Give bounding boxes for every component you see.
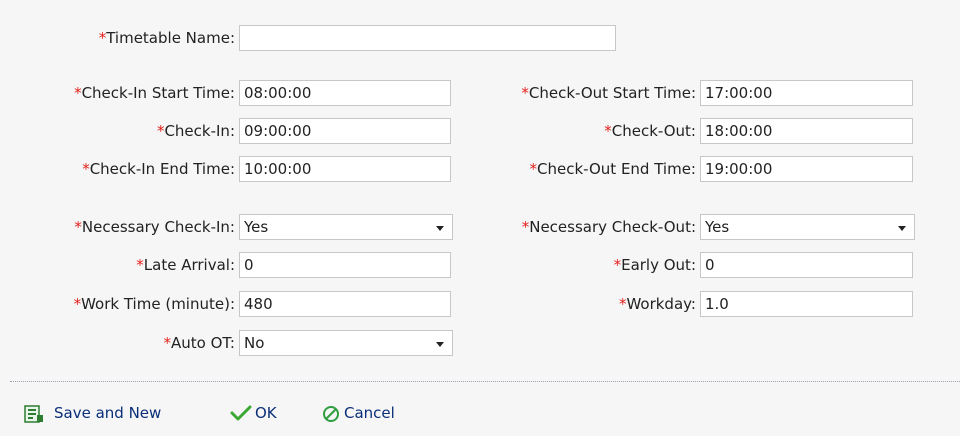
necessary-check-out-row: *Necessary Check-Out: Yes [460, 214, 960, 240]
auto-ot-select[interactable]: No [239, 330, 453, 356]
required-marker: * [163, 334, 172, 352]
workday-row: *Workday: [460, 291, 960, 317]
check-in-label: *Check-In: [156, 122, 235, 140]
required-marker: * [136, 256, 144, 274]
timetable-name-row: *Timetable Name: [0, 25, 960, 51]
required-marker: * [613, 256, 622, 274]
necessary-check-in-value: Yes [244, 218, 269, 236]
timetable-name-input[interactable] [239, 25, 616, 51]
check-out-end-input[interactable] [700, 156, 913, 182]
ok-button[interactable]: OK [230, 402, 290, 424]
check-out-input[interactable] [700, 118, 913, 144]
save-and-new-button[interactable]: Save and New [24, 402, 194, 424]
early-out-input[interactable] [700, 252, 913, 278]
chevron-down-icon [436, 342, 444, 347]
check-out-start-label: *Check-Out Start Time: [521, 84, 696, 102]
chevron-down-icon [898, 226, 906, 231]
check-icon [230, 405, 252, 427]
cancel-label: Cancel [344, 404, 395, 422]
timetable-name-label: *Timetable Name: [98, 29, 235, 47]
required-marker: * [604, 122, 612, 140]
necessary-check-out-value: Yes [705, 218, 730, 236]
required-marker: * [529, 160, 538, 178]
late-arrival-input[interactable] [239, 252, 451, 278]
early-out-label: *Early Out: [613, 256, 696, 274]
required-marker: * [73, 295, 82, 313]
check-out-row: *Check-Out: [460, 118, 960, 144]
workday-label: *Workday: [618, 295, 696, 313]
necessary-check-in-select[interactable]: Yes [239, 214, 453, 240]
work-time-input[interactable] [239, 291, 451, 317]
check-in-end-label: *Check-In End Time: [82, 160, 235, 178]
auto-ot-label: *Auto OT: [163, 334, 235, 352]
check-out-end-label: *Check-Out End Time: [529, 160, 696, 178]
check-out-start-row: *Check-Out Start Time: [460, 80, 960, 106]
late-arrival-row: *Late Arrival: [0, 252, 460, 278]
check-out-label: *Check-Out: [604, 122, 696, 140]
workday-input[interactable] [700, 291, 913, 317]
check-in-start-input[interactable] [239, 80, 451, 106]
check-out-start-input[interactable] [700, 80, 913, 106]
auto-ot-value: No [244, 334, 265, 352]
late-arrival-label: *Late Arrival: [136, 256, 235, 274]
necessary-check-in-row: *Necessary Check-In: Yes [0, 214, 460, 240]
necessary-check-in-label: *Necessary Check-In: [74, 218, 235, 236]
required-marker: * [74, 218, 82, 236]
required-marker: * [82, 160, 90, 178]
check-in-end-input[interactable] [239, 156, 451, 182]
check-in-input[interactable] [239, 118, 451, 144]
ok-label: OK [255, 404, 277, 422]
check-in-row: *Check-In: [0, 118, 460, 144]
check-in-start-row: *Check-In Start Time: [0, 80, 460, 106]
work-time-row: *Work Time (minute): [0, 291, 460, 317]
work-time-label: *Work Time (minute): [73, 295, 235, 313]
check-in-start-label: *Check-In Start Time: [74, 84, 235, 102]
necessary-check-out-label: *Necessary Check-Out: [521, 218, 696, 236]
chevron-down-icon [436, 226, 444, 231]
divider [10, 381, 960, 382]
save-and-new-label: Save and New [54, 404, 162, 422]
necessary-check-out-select[interactable]: Yes [700, 214, 915, 240]
save-new-icon [24, 405, 44, 429]
early-out-row: *Early Out: [460, 252, 960, 278]
cancel-button[interactable]: Cancel [322, 402, 417, 424]
check-out-end-row: *Check-Out End Time: [460, 156, 960, 182]
cancel-icon [322, 405, 340, 429]
required-marker: * [74, 84, 82, 102]
required-marker: * [521, 84, 529, 102]
check-in-end-row: *Check-In End Time: [0, 156, 460, 182]
auto-ot-row: *Auto OT: No [0, 330, 460, 356]
